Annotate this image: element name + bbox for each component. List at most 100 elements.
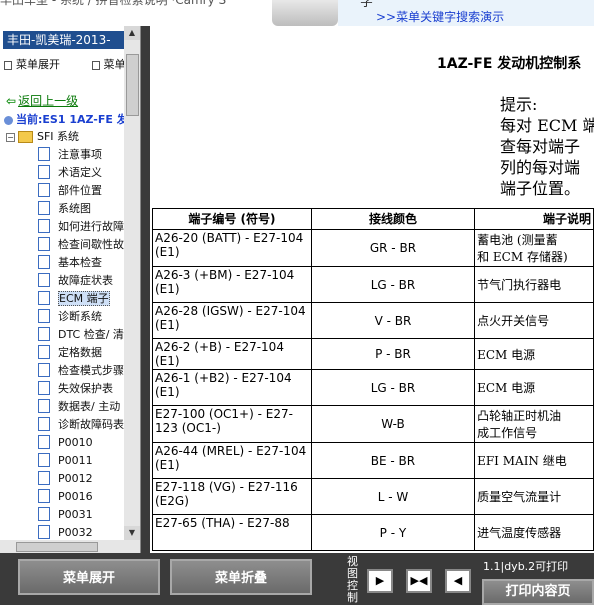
- terminal-cell: E27-100 (OC1+) - E27-123 (OC1-): [152, 405, 312, 443]
- tree-item[interactable]: P0011: [38, 452, 93, 470]
- document-icon: [38, 165, 50, 179]
- tree-item-label: 注意事项: [58, 148, 102, 161]
- tree-item-label: 定格数据: [58, 346, 102, 359]
- tree-item[interactable]: P0012: [38, 470, 93, 488]
- tree-item[interactable]: 如何进行故障: [38, 218, 124, 236]
- back-arrow-icon: ⇦: [6, 94, 17, 108]
- tree-item-label: 术语定义: [58, 166, 102, 179]
- banner-text: 丰田车型 - 系统 / 拼音检索说明 ·Camry S: [0, 0, 227, 7]
- tree-item-label: P0012: [58, 472, 93, 485]
- tree-item[interactable]: 失效保护表: [38, 380, 113, 398]
- scroll-up-icon[interactable]: ▲: [124, 26, 140, 40]
- wire-color-cell: BE - BR: [310, 442, 476, 479]
- tree-item-label: 如何进行故障: [58, 220, 124, 233]
- document-icon: [38, 147, 50, 161]
- description-cell: 节气门执行器电: [474, 266, 594, 303]
- tree-item-label: 诊断故障码表: [58, 418, 124, 431]
- tree-item[interactable]: P0010: [38, 434, 93, 452]
- scroll-thumb[interactable]: [126, 54, 139, 116]
- table-row: A26-1 (+B2) - E27-104 (E1) LG - BR ECM 电源: [152, 369, 594, 406]
- description-cell: 凸轮轴正时机油 成工作信号: [474, 405, 594, 443]
- tree-item-label: P0016: [58, 490, 93, 503]
- tree-item-label: P0011: [58, 454, 93, 467]
- tree-item[interactable]: 诊断故障码表: [38, 416, 124, 434]
- document-icon: [38, 507, 50, 521]
- terminal-cell: A26-44 (MREL) - E27-104 (E1): [152, 442, 312, 479]
- document-pane: 1AZ-FE 发动机控制系 提示: 每对 ECM 端查每对端子 列的每对端 端子位置。…: [150, 26, 594, 553]
- terminal-cell: A26-2 (+B) - E27-104 (E1): [152, 338, 312, 370]
- wire-color-cell: P - BR: [310, 338, 476, 370]
- tree-item[interactable]: ECM 端子: [38, 290, 110, 308]
- nav-vertical-scrollbar[interactable]: ▲ ▼: [124, 26, 140, 540]
- location-icon: [4, 115, 13, 125]
- menu-expand-link[interactable]: 菜单展开: [4, 58, 78, 71]
- tree-item-label: 检查间歇性故: [58, 238, 124, 251]
- search-demo-link[interactable]: >>菜单关键字搜索演示: [376, 8, 504, 25]
- tree-item-label: 检查模式步骤: [58, 364, 124, 377]
- expand-menu-button[interactable]: 菜单展开: [18, 559, 160, 595]
- description-cell: 点火开关信号: [474, 302, 594, 339]
- description-cell: ECM 电源: [474, 338, 594, 370]
- tree-item[interactable]: 定格数据: [38, 344, 102, 362]
- description-cell: 质量空气流量计: [474, 478, 594, 515]
- view-left-button[interactable]: ▶: [367, 569, 393, 593]
- tree-item[interactable]: P0016: [38, 488, 93, 506]
- header-description: 端子说明: [474, 208, 594, 230]
- terminal-cell: E27-65 (THA) - E27-88: [152, 514, 312, 551]
- nav-horizontal-scrollbar[interactable]: [0, 540, 140, 553]
- arrows-inward-icon: ▶◀: [410, 574, 428, 587]
- tree-item[interactable]: 数据表/ 主动: [38, 398, 120, 416]
- header-terminal: 端子编号 (符号): [152, 208, 312, 230]
- arrow-left-icon: ◀: [453, 574, 463, 587]
- back-link[interactable]: ⇦ 返回上一级: [6, 92, 78, 109]
- header-wire-color: 接线颜色: [310, 208, 476, 230]
- document-title: 1AZ-FE 发动机控制系: [437, 56, 582, 72]
- search-head: 字: [360, 0, 374, 10]
- menu-toggle-row: 菜单展开 菜单折叠: [4, 56, 140, 72]
- tree-item-label: 失效保护表: [58, 382, 113, 395]
- document-icon: [38, 435, 50, 449]
- description-cell: 蓄电池 (测量蓄 和 ECM 存储器): [474, 229, 594, 267]
- tree-item[interactable]: DTC 检查/ 清: [38, 326, 124, 344]
- tree-item[interactable]: 检查模式步骤: [38, 362, 124, 380]
- tree-item[interactable]: 系统图: [38, 200, 91, 218]
- hint-line: 提示:: [500, 95, 538, 114]
- tree-item[interactable]: 部件位置: [38, 182, 102, 200]
- expand-icon: [4, 60, 12, 70]
- terminal-cell: A26-1 (+B2) - E27-104 (E1): [152, 369, 312, 406]
- tree-item[interactable]: 诊断系统: [38, 308, 102, 326]
- tree-item[interactable]: 检查间歇性故: [38, 236, 124, 254]
- tree-item-label: P0010: [58, 436, 93, 449]
- view-right-button[interactable]: ◀: [445, 569, 471, 593]
- tree-item[interactable]: P0031: [38, 506, 93, 524]
- table-row: E27-65 (THA) - E27-88 P - Y 进气温度传感器: [152, 514, 594, 551]
- document-icon: [38, 381, 50, 395]
- collapse-menu-button[interactable]: 菜单折叠: [170, 559, 312, 595]
- tree-item-label: 部件位置: [58, 184, 102, 197]
- current-location: 当前:ES1 1AZ-FE 发动: [4, 111, 139, 127]
- tree-item-label: 基本检查: [58, 256, 102, 269]
- tree-item[interactable]: 基本检查: [38, 254, 102, 272]
- document-icon: [38, 453, 50, 467]
- tree-item[interactable]: 术语定义: [38, 164, 102, 182]
- tree-item[interactable]: 注意事项: [38, 146, 102, 164]
- arrow-right-icon: ▶: [375, 574, 385, 587]
- document-icon: [38, 237, 50, 251]
- back-label[interactable]: 返回上一级: [18, 94, 78, 108]
- hint-block: 提示: 每对 ECM 端查每对端子 列的每对端 端子位置。: [500, 94, 594, 199]
- table-row: E27-100 (OC1+) - E27-123 (OC1-) W-B 凸轮轴正时机…: [152, 405, 594, 443]
- hscroll-thumb[interactable]: [16, 542, 98, 552]
- table-row: A26-3 (+BM) - E27-104 (E1) LG - BR 节气门执行器电: [152, 266, 594, 303]
- tree-item-label: 诊断系统: [58, 310, 102, 323]
- hint-line: 每对 ECM 端: [500, 116, 594, 135]
- tree-folder-sfi[interactable]: − SFI 系统: [6, 128, 79, 146]
- wire-color-cell: LG - BR: [310, 369, 476, 406]
- scroll-down-icon[interactable]: ▼: [124, 526, 140, 540]
- nav-pane: 丰田-凯美瑞-2013- 菜单展开 菜单折叠 ⇦返回上一级 当前:ES1 1AZ…: [0, 26, 141, 553]
- wire-color-cell: P - Y: [310, 514, 476, 551]
- terminal-cell: A26-28 (IGSW) - E27-104 (E1): [152, 302, 312, 339]
- print-page-button[interactable]: 打印内容页: [482, 579, 594, 605]
- tree-item[interactable]: 故障症状表: [38, 272, 113, 290]
- wire-color-cell: L - W: [310, 478, 476, 515]
- view-center-button[interactable]: ▶◀: [406, 569, 432, 593]
